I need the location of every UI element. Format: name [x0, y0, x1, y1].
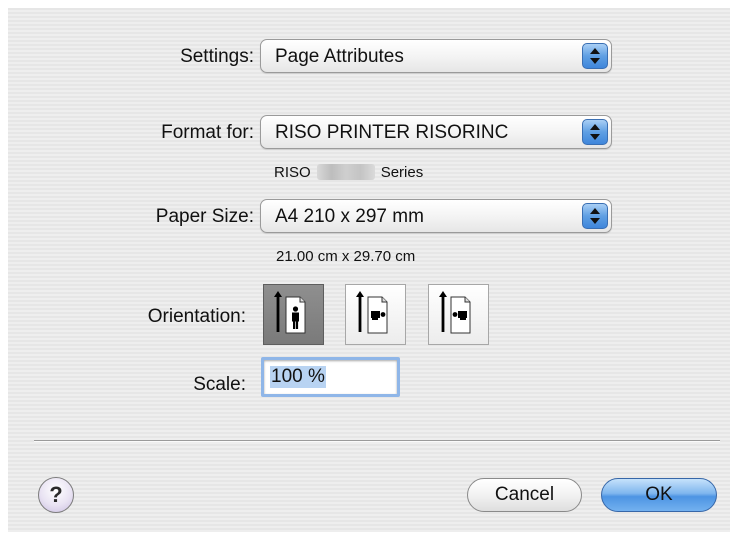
orientation-portrait-button[interactable]	[263, 284, 324, 345]
cancel-button[interactable]: Cancel	[467, 478, 582, 512]
paper-size-label: Paper Size:	[155, 206, 254, 227]
help-button[interactable]: ?	[38, 477, 74, 513]
help-icon: ?	[49, 482, 63, 507]
paper-dimensions: 21.00 cm x 29.70 cm	[276, 248, 416, 265]
ok-button[interactable]: OK	[601, 478, 717, 512]
scale-label: Scale:	[193, 374, 246, 395]
printer-model-description: RISO Series	[274, 164, 423, 181]
printer-model-prefix: RISO	[274, 164, 311, 181]
paper-size-popup[interactable]: A4 210 x 297 mm	[260, 199, 612, 233]
popup-arrows-icon	[582, 43, 608, 69]
settings-label: Settings:	[180, 46, 254, 67]
paper-size-value: A4 210 x 297 mm	[275, 206, 424, 227]
orientation-landscape-right-button[interactable]	[428, 284, 489, 345]
format-for-popup[interactable]: RISO PRINTER RISORINC	[260, 115, 612, 149]
settings-popup[interactable]: Page Attributes	[260, 39, 612, 73]
separator	[34, 440, 720, 442]
scale-value: 100 %	[270, 366, 326, 388]
portrait-orientation-icon	[274, 291, 306, 334]
page-setup-dialog: Settings: Page Attributes Format for: RI…	[8, 8, 730, 532]
printer-model-suffix: Series	[380, 164, 424, 181]
popup-arrows-icon	[582, 119, 608, 145]
settings-value: Page Attributes	[275, 46, 404, 67]
format-for-label: Format for:	[161, 122, 254, 143]
landscape-right-orientation-icon	[439, 291, 471, 334]
orientation-landscape-left-button[interactable]	[345, 284, 406, 345]
landscape-left-orientation-icon	[356, 291, 388, 334]
orientation-label: Orientation:	[147, 306, 246, 327]
scale-input[interactable]: 100 %	[261, 357, 400, 397]
popup-arrows-icon	[582, 203, 608, 229]
redacted-model-blur	[316, 164, 375, 180]
format-for-value: RISO PRINTER RISORINC	[275, 122, 509, 143]
